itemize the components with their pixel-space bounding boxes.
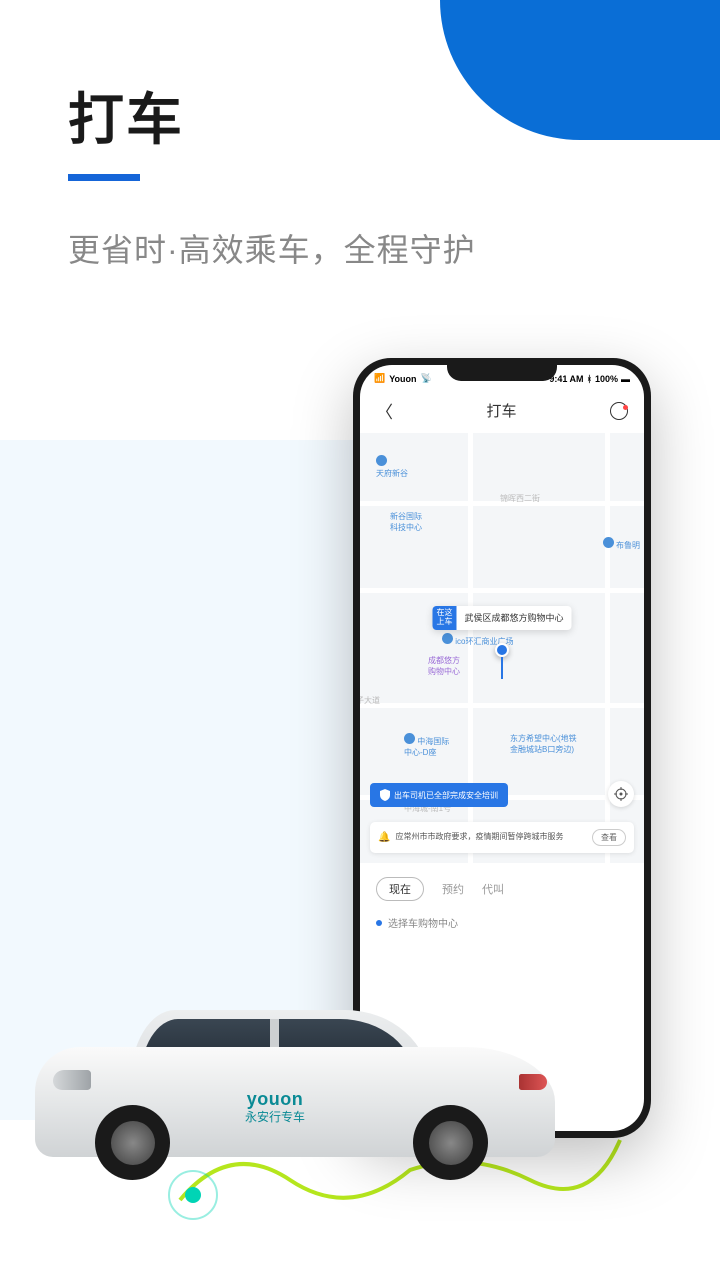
pickup-location-bubble[interactable]: 在这 上车 武侯区成都悠方购物中心 xyxy=(432,606,571,630)
booking-panel: 现在 预约 代叫 选择车购物中心 xyxy=(360,863,644,944)
notice-text: 应常州市市政府要求，疫情期间暂停跨城市服务 xyxy=(395,832,587,842)
map-poi: 东方希望中心(地铁 金融城站B口旁边) xyxy=(510,733,577,755)
map-poi: 中海国际 中心-D座 xyxy=(404,733,449,758)
battery-label: 100% xyxy=(595,374,618,384)
booking-tabs: 现在 预约 代叫 xyxy=(376,877,628,901)
back-button[interactable]: 〈 xyxy=(376,398,393,423)
tab-schedule[interactable]: 预约 xyxy=(442,881,464,897)
car-brand-sub: 永安行专车 xyxy=(245,1108,305,1125)
app-header: 〈 打车 xyxy=(360,388,644,433)
decorative-curve xyxy=(440,0,720,140)
safety-banner[interactable]: 出车司机已全部完成安全培训 xyxy=(370,783,508,807)
signal-icon: 📶 xyxy=(374,373,385,384)
map-street-label: 子大道 xyxy=(360,695,380,706)
safety-text: 出车司机已全部完成安全培训 xyxy=(394,790,498,801)
page-title: 打车 xyxy=(68,75,184,156)
crosshair-icon xyxy=(614,787,628,801)
shield-icon xyxy=(380,789,390,801)
wifi-icon: 📡 xyxy=(421,373,432,384)
time-label: 9:41 AM xyxy=(549,374,583,384)
map-street-label: 锦晖西二街 xyxy=(500,493,540,504)
chat-icon[interactable] xyxy=(610,402,628,420)
notice-bar: 🔔 应常州市市政府要求，疫情期间暂停跨城市服务 查看 xyxy=(370,822,634,853)
map-view[interactable]: 天府新谷 新谷国际 科技中心 锦晖西二街 布鲁明 ico环汇商业广场 成都悠方 … xyxy=(360,433,644,863)
map-poi: 布鲁明 xyxy=(603,537,640,551)
pickup-location-text: 武侯区成都悠方购物中心 xyxy=(456,606,571,630)
locate-me-button[interactable] xyxy=(608,781,634,807)
phone-notch xyxy=(447,365,557,381)
map-poi: 新谷国际 科技中心 xyxy=(390,511,422,533)
view-button[interactable]: 查看 xyxy=(592,829,626,846)
tab-proxy[interactable]: 代叫 xyxy=(482,881,504,897)
map-poi: 天府新谷 xyxy=(376,455,408,479)
bluetooth-icon: ᚼ xyxy=(587,374,592,384)
car-illustration: youon 永安行专车 xyxy=(35,990,555,1185)
car-brand: youon xyxy=(245,1089,305,1110)
destination-text: 选择车购物中心 xyxy=(388,915,458,930)
carrier-label: Youon xyxy=(389,374,416,384)
bell-icon: 🔔 xyxy=(378,832,390,843)
location-dot-icon xyxy=(376,920,382,926)
page-subtitle: 更省时·高效乘车，全程守护 xyxy=(68,225,476,271)
pin-stick xyxy=(501,657,503,679)
pickup-tag: 在这 上车 xyxy=(432,606,456,630)
hero-heading: 打车 xyxy=(68,75,184,181)
map-poi: 成都悠方 购物中心 xyxy=(428,655,460,677)
battery-icon: ▬ xyxy=(621,374,630,384)
tab-now[interactable]: 现在 xyxy=(376,877,424,901)
destination-input[interactable]: 选择车购物中心 xyxy=(376,915,628,930)
title-underline xyxy=(68,174,140,181)
location-pin-icon xyxy=(495,643,509,657)
header-title: 打车 xyxy=(486,400,516,421)
